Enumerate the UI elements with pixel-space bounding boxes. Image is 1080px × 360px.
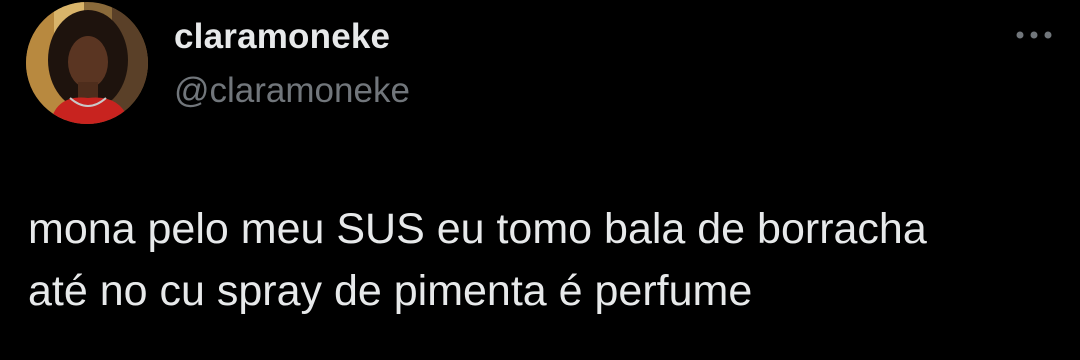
more-options-button[interactable]: [1008, 20, 1060, 50]
tweet-text: mona pelo meu SUS eu tomo bala de borrac…: [28, 205, 927, 315]
avatar[interactable]: [26, 2, 148, 124]
author-info: claramoneke @claramoneke: [174, 14, 410, 114]
handle[interactable]: @claramoneke: [174, 68, 410, 114]
more-horizontal-icon: [1016, 31, 1052, 39]
display-name[interactable]: claramoneke: [174, 14, 410, 60]
tweet-card: claramoneke @claramoneke mona pelo meu S…: [0, 0, 1080, 360]
profile-photo-icon: [26, 2, 148, 124]
